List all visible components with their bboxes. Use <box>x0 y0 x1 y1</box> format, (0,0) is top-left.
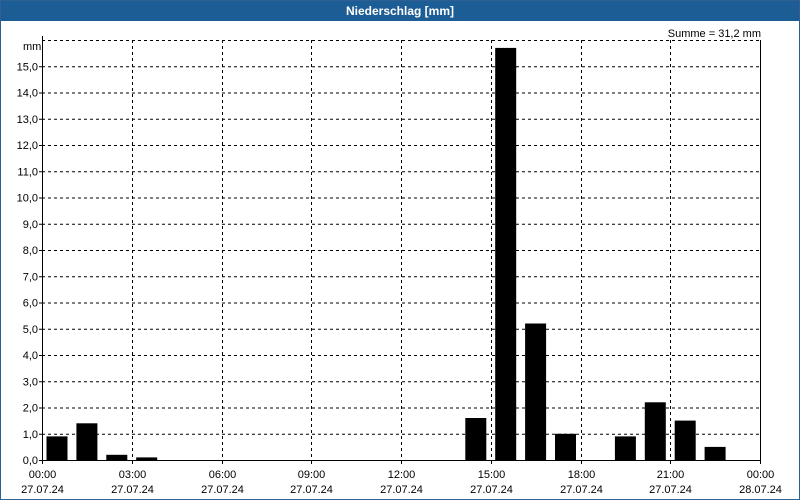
bar <box>674 420 696 460</box>
x-tick-date: 27.07.24 <box>290 484 333 496</box>
x-tick-date: 27.07.24 <box>111 484 154 496</box>
x-tick-time: 18:00 <box>568 469 596 481</box>
x-tick-time: 12:00 <box>388 469 416 481</box>
precipitation-chart: mm Summe = 31,2 mm 0,0 1,0 2,0 3,0 4,0 5,0 6,0… <box>17 28 782 496</box>
y-tick-labels: 0,0 1,0 2,0 3,0 4,0 5,0 6,0 7,0 8,0 9,0 10,0 11,0 12… <box>17 61 38 467</box>
y-tick-label: 14,0 <box>17 88 38 100</box>
x-tick-date: 27.07.24 <box>21 484 64 496</box>
x-tick-time: 21:00 <box>657 469 685 481</box>
x-tick-date: 27.07.24 <box>201 484 244 496</box>
y-tick-label: 1,0 <box>23 429 38 441</box>
x-tick-time: 15:00 <box>478 469 506 481</box>
x-tick-date: 27.07.24 <box>649 484 692 496</box>
y-tick-label: 2,0 <box>23 403 38 415</box>
y-tick-label: 11,0 <box>17 166 38 178</box>
x-tick-time: 00:00 <box>747 469 775 481</box>
x-tick-labels: 00:00 27.07.24 03:00 27.07.24 06:00 27.07.24 0… <box>21 469 782 496</box>
x-tick-time: 09:00 <box>298 469 326 481</box>
x-tick-time: 00:00 <box>29 469 57 481</box>
y-tick-label: 12,0 <box>17 140 38 152</box>
bar <box>76 423 98 461</box>
y-tick-label: 9,0 <box>23 219 38 231</box>
y-tick-label: 7,0 <box>23 271 38 283</box>
y-tick-label: 5,0 <box>23 324 38 336</box>
sum-label: Summe = 31,2 mm <box>668 28 761 40</box>
bar <box>46 436 68 460</box>
y-tick-label: 0,0 <box>23 455 38 467</box>
bar <box>465 418 487 460</box>
bar <box>495 47 517 461</box>
y-tick-label: 15,0 <box>17 61 38 73</box>
grid-lines <box>42 40 760 460</box>
bar <box>614 436 636 460</box>
bar <box>136 457 158 460</box>
bar <box>525 323 547 460</box>
x-tick-time: 06:00 <box>209 469 237 481</box>
bar <box>106 454 128 461</box>
y-tick-label: 3,0 <box>23 376 38 388</box>
axes <box>39 36 761 464</box>
y-tick-label: 10,0 <box>17 193 38 205</box>
x-tick-date: 27.07.24 <box>560 484 603 496</box>
y-tick-label: 8,0 <box>23 245 38 257</box>
bar <box>704 446 726 460</box>
y-tick-label: 13,0 <box>17 114 38 126</box>
bar <box>644 402 666 461</box>
x-tick-time: 03:00 <box>119 469 147 481</box>
x-tick-date: 28.07.24 <box>739 484 782 496</box>
bar <box>555 433 576 461</box>
x-tick-date: 27.07.24 <box>380 484 423 496</box>
y-tick-label: 6,0 <box>23 298 38 310</box>
y-axis-unit-label: mm <box>23 41 41 53</box>
x-tick-date: 27.07.24 <box>470 484 513 496</box>
y-tick-label: 4,0 <box>23 350 38 362</box>
chart-title: Niederschlag [mm] <box>1 1 799 21</box>
bars <box>46 47 726 461</box>
